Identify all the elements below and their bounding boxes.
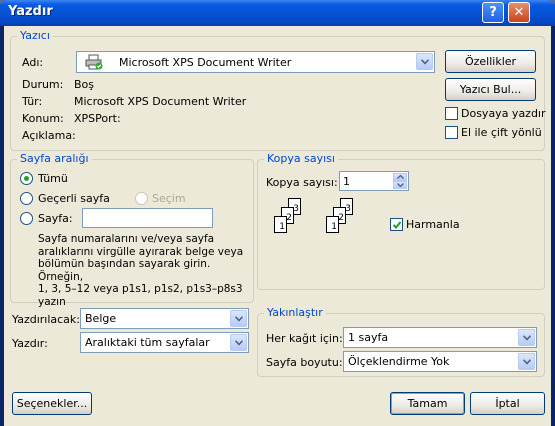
spin-down-button[interactable] xyxy=(393,181,407,189)
comment-label: Açıklama: xyxy=(22,129,76,142)
selection-label: Seçim xyxy=(152,192,186,205)
chevron-down-icon[interactable] xyxy=(230,334,247,351)
type-value: Microsoft XPS Document Writer xyxy=(74,95,247,108)
checkmark-icon xyxy=(392,221,402,229)
print-select[interactable]: Aralıktaki tüm sayfalar xyxy=(80,332,249,353)
properties-button[interactable]: Özellikler xyxy=(445,50,536,73)
help-line: aralıklarını virgülle ayırarak belge vey… xyxy=(38,245,244,258)
print-label: Yazdır: xyxy=(12,337,48,350)
pages-input[interactable] xyxy=(82,208,213,228)
page-range-legend: Sayfa aralığı xyxy=(17,152,92,165)
type-label: Tür: xyxy=(22,95,43,108)
printer-name-select[interactable]: Microsoft XPS Document Writer xyxy=(76,51,435,73)
selection-radio[interactable] xyxy=(135,192,148,205)
location-label: Konum: xyxy=(22,112,64,125)
pages-per-sheet-select[interactable]: 1 sayfa xyxy=(343,327,537,348)
current-page-radio[interactable] xyxy=(20,192,33,205)
chevron-up-icon xyxy=(397,175,404,179)
copies-count-spinner[interactable]: 1 xyxy=(339,171,409,191)
collate-checkbox[interactable] xyxy=(390,218,403,231)
print-to-file-checkbox[interactable] xyxy=(445,107,458,120)
chevron-down-icon[interactable] xyxy=(230,310,247,327)
chevron-down-icon[interactable] xyxy=(416,53,433,70)
zoom-legend: Yakınlaştır xyxy=(264,306,326,319)
copies-legend: Kopya sayısı xyxy=(264,152,338,165)
pages-per-sheet-value: 1 sayfa xyxy=(348,331,389,344)
page-range-help: Sayfa numaralarını ve/veya sayfa aralıkl… xyxy=(38,233,250,308)
print-to-file-label: Dosyaya yazdır xyxy=(461,107,546,120)
dialog-body: Yazıcı Adı: Microsoft XPS Document Write… xyxy=(4,26,551,426)
print-what-select[interactable]: Belge xyxy=(80,308,249,329)
all-pages-label: Tümü xyxy=(38,172,68,185)
printer-name-value: Microsoft XPS Document Writer xyxy=(119,56,292,69)
print-what-label: Yazdırılacak: xyxy=(12,313,80,326)
radio-selected-dot xyxy=(24,176,29,181)
print-dialog-window: Yazdır ? ✕ Yazıcı Adı: Microsoft XPS Doc… xyxy=(0,0,555,426)
help-line: yazın xyxy=(38,295,66,308)
printer-icon xyxy=(85,54,103,73)
print-what-value: Belge xyxy=(85,312,117,325)
copies-count-label: Kopya sayısı: xyxy=(266,176,338,189)
pages-label: Sayfa: xyxy=(38,212,73,225)
options-button[interactable]: Seçenekler... xyxy=(12,392,92,415)
location-value: XPSPort: xyxy=(74,112,121,125)
page-icon: 1 xyxy=(326,216,339,233)
printer-name-label: Adı: xyxy=(22,56,44,69)
current-page-label: Geçerli sayfa xyxy=(38,192,110,205)
collate-label: Harmanla xyxy=(406,218,460,231)
ok-button[interactable]: Tamam xyxy=(390,392,465,415)
chevron-down-icon xyxy=(397,183,404,187)
copies-count-value: 1 xyxy=(343,175,350,188)
pages-per-sheet-label: Her kağıt için: xyxy=(266,332,343,345)
help-button[interactable]: ? xyxy=(482,2,504,23)
scale-select[interactable]: Ölçeklendirme Yok xyxy=(343,351,537,372)
chevron-down-icon[interactable] xyxy=(518,329,535,346)
page-icon: 1 xyxy=(274,216,287,233)
chevron-down-icon[interactable] xyxy=(518,353,535,370)
collate-illustration-2: 3 2 1 xyxy=(318,196,378,256)
manual-duplex-checkbox[interactable] xyxy=(445,126,458,139)
help-line: 1, 3, 5–12 veya p1s1, p1s2, p1s3–p8s3 xyxy=(38,283,243,295)
manual-duplex-label: El ile çift yönlü xyxy=(461,126,542,139)
title-bar[interactable]: Yazdır ? ✕ xyxy=(0,0,555,26)
help-line: Sayfa numaralarını ve/veya sayfa xyxy=(38,233,215,245)
spin-up-button[interactable] xyxy=(393,173,407,181)
scale-value: Ölçeklendirme Yok xyxy=(348,355,450,368)
status-value: Boş xyxy=(74,78,95,91)
pages-radio[interactable] xyxy=(20,212,33,225)
collate-illustration-1: 3 2 1 xyxy=(266,196,326,256)
cancel-button[interactable]: İptal xyxy=(470,392,545,415)
window-title: Yazdır xyxy=(8,4,53,19)
print-value: Aralıktaki tüm sayfalar xyxy=(85,336,210,349)
close-button[interactable]: ✕ xyxy=(508,2,530,23)
help-line: bölümün başından sayarak girin. Örneğin, xyxy=(38,258,211,283)
scale-label: Sayfa boyutu: xyxy=(266,356,343,369)
all-pages-radio[interactable] xyxy=(20,172,33,185)
find-printer-button[interactable]: Yazıcı Bul... xyxy=(445,78,536,101)
printer-group-legend: Yazıcı xyxy=(17,29,53,42)
status-label: Durum: xyxy=(22,78,64,91)
